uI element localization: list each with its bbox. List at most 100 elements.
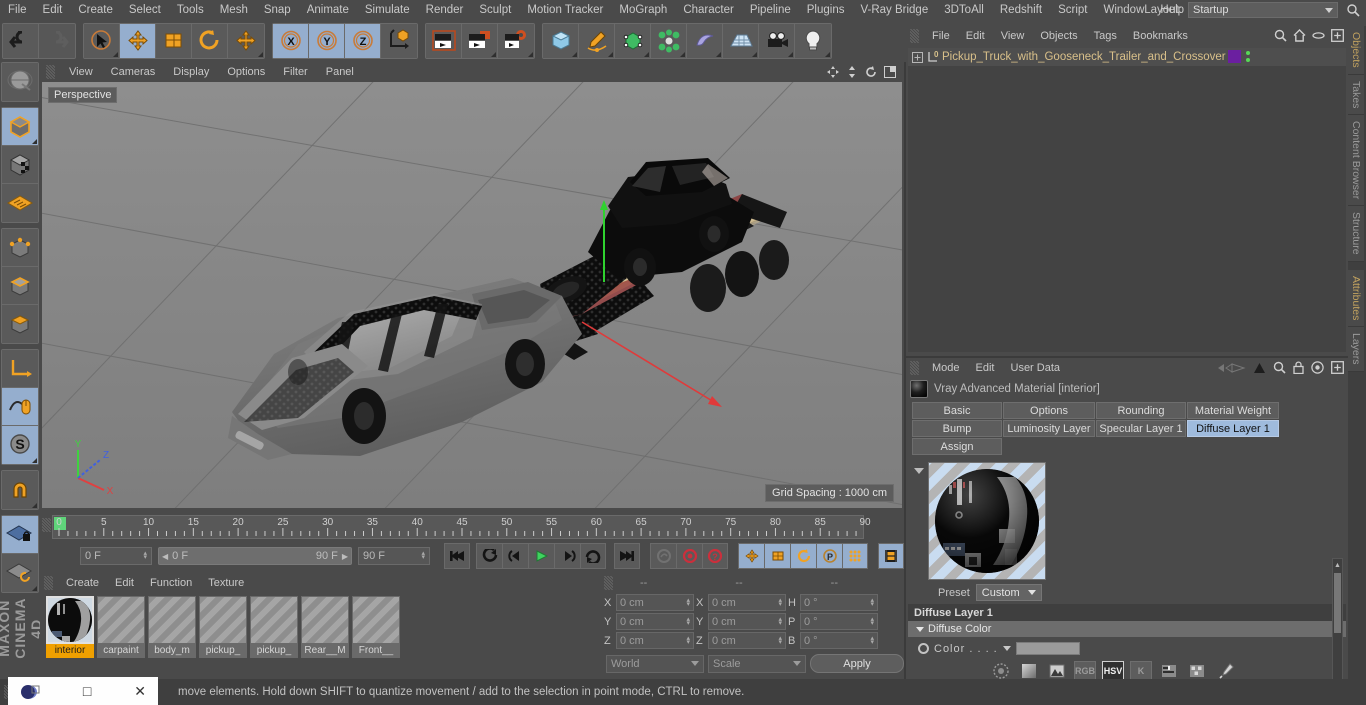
coord-field-position-x[interactable]: 0 cm ▴ ▾	[616, 594, 694, 611]
spinner-icon[interactable]: ▴▾	[778, 597, 782, 608]
material-thumbnail[interactable]	[46, 596, 94, 644]
pin-up-icon[interactable]	[1253, 362, 1266, 374]
axis-modify-icon[interactable]	[2, 350, 38, 388]
menu-item-3dtoall[interactable]: 3DToAll	[936, 1, 992, 19]
material-menu-edit[interactable]: Edit	[107, 574, 142, 592]
material-name[interactable]: interior	[46, 644, 94, 658]
viewport-menu-options[interactable]: Options	[218, 63, 274, 81]
texture-mode-icon[interactable]	[2, 146, 38, 184]
coord-system-select[interactable]: World	[606, 654, 704, 673]
color-swatch[interactable]	[1015, 642, 1080, 655]
menu-item-animate[interactable]: Animate	[299, 1, 357, 19]
menu-item-plugins[interactable]: Plugins	[799, 1, 853, 19]
render-picture-viewer-icon[interactable]	[462, 24, 498, 58]
axis-y-icon[interactable]: Y	[309, 24, 345, 58]
layout-select[interactable]: Startup	[1188, 2, 1338, 18]
model-mode-icon[interactable]	[2, 108, 38, 146]
select-live-icon[interactable]	[84, 24, 120, 58]
maximize-view-icon[interactable]	[884, 66, 896, 78]
menu-item-render[interactable]: Render	[418, 1, 472, 19]
material-item[interactable]: pickup_	[250, 596, 298, 658]
taskbar-window[interactable]: □ ✕	[8, 677, 158, 705]
attribute-tab-bump[interactable]: Bump	[912, 420, 1002, 437]
axis-z-icon[interactable]: Z	[345, 24, 381, 58]
search-icon[interactable]	[1346, 3, 1360, 17]
attribute-menu-user-data[interactable]: User Data	[1003, 359, 1069, 377]
panel-grip-icon[interactable]	[910, 361, 919, 375]
cinema4d-icon[interactable]	[20, 683, 40, 699]
key-scale-icon[interactable]	[764, 543, 790, 569]
material-name[interactable]: pickup_	[199, 644, 247, 658]
restore-button[interactable]: □	[83, 684, 91, 698]
redo-icon[interactable]	[39, 24, 75, 58]
apply-button[interactable]: Apply	[810, 654, 904, 673]
viewport-menu-filter[interactable]: Filter	[274, 63, 316, 81]
preview-range-bar[interactable]: ◀ 0 F 90 F ▶	[158, 547, 352, 565]
material-menu-function[interactable]: Function	[142, 574, 200, 592]
spinner-icon[interactable]: ▴▾	[778, 616, 782, 627]
nurbs-generator-icon[interactable]	[615, 24, 651, 58]
rotate-icon[interactable]	[192, 24, 228, 58]
coord-field-size-x[interactable]: 0 cm ▴ ▾	[708, 594, 786, 611]
dock-tab-structure[interactable]: Structure	[1348, 206, 1364, 262]
attribute-menu-items[interactable]: Mode Edit User Data	[924, 359, 1068, 377]
sliders-icon[interactable]	[1158, 661, 1180, 681]
attribute-subsection-row[interactable]: Diffuse Color	[908, 621, 1346, 637]
lock-icon[interactable]	[1293, 361, 1304, 374]
attribute-tab-luminosity-layer[interactable]: Luminosity Layer	[1003, 420, 1095, 437]
viewport-menu-items[interactable]: View Cameras Display Options Filter Panel	[60, 63, 363, 81]
dock-tab-objects[interactable]: Objects	[1348, 26, 1364, 75]
keyframe-selection-icon[interactable]: ?	[702, 543, 728, 569]
key-parameter-icon[interactable]: P	[816, 543, 842, 569]
layer-color-swatch[interactable]	[1228, 50, 1241, 63]
material-item[interactable]: pickup_	[199, 596, 247, 658]
key-rotation-icon[interactable]	[790, 543, 816, 569]
material-item[interactable]: interior	[46, 596, 94, 658]
object-menu-view[interactable]: View	[993, 27, 1033, 45]
material-name[interactable]: Front__	[352, 644, 400, 658]
render-view-icon[interactable]	[426, 24, 462, 58]
main-menu-items[interactable]: File Edit Create Select Tools Mesh Snap Animate…	[0, 1, 1192, 19]
next-frame-icon[interactable]	[554, 543, 580, 569]
chevron-down-icon[interactable]	[1002, 646, 1011, 651]
key-position-icon[interactable]	[738, 543, 764, 569]
spinner-icon[interactable]: ▴▾	[686, 597, 690, 608]
end-frame-field[interactable]: 90 F ▴ ▾	[358, 547, 430, 565]
gradient-icon[interactable]	[1018, 661, 1040, 681]
coord-field-rotation-h[interactable]: 0 ° ▴ ▾	[800, 594, 878, 611]
workplane-rotate-icon[interactable]	[2, 554, 38, 592]
attribute-tab-specular-layer-1[interactable]: Specular Layer 1	[1096, 420, 1186, 437]
axis-x-icon[interactable]: X	[273, 24, 309, 58]
viewport-menu-view[interactable]: View	[60, 63, 102, 81]
material-thumbnail[interactable]	[250, 596, 298, 644]
coord-mode-select[interactable]: Scale	[708, 654, 806, 673]
spinner-icon[interactable]: ▴▾	[421, 550, 425, 561]
history-back-icon[interactable]	[1216, 362, 1246, 374]
dock-tab-layers[interactable]: Layers	[1348, 327, 1364, 372]
menu-item-v-ray-bridge[interactable]: V-Ray Bridge	[852, 1, 936, 19]
menu-item-select[interactable]: Select	[121, 1, 169, 19]
material-item[interactable]: Rear__M	[301, 596, 349, 658]
coord-field-rotation-p[interactable]: 0 ° ▴ ▾	[800, 613, 878, 630]
world-object-coord-icon[interactable]	[381, 24, 417, 58]
expand-plus-icon[interactable]	[912, 51, 923, 63]
viewport-3d[interactable]: Perspective Grid Spacing : 1000 cm Y X Z	[42, 82, 902, 508]
viewport-menu-panel[interactable]: Panel	[317, 63, 363, 81]
polygons-mode-icon[interactable]	[2, 305, 38, 343]
go-to-start-icon[interactable]	[444, 543, 470, 569]
color-mode-k[interactable]: K	[1130, 661, 1152, 681]
material-menu-items[interactable]: Create Edit Function Texture	[58, 574, 252, 592]
search-icon[interactable]	[1274, 29, 1287, 42]
move-icon[interactable]	[120, 24, 156, 58]
object-menu-objects[interactable]: Objects	[1032, 27, 1085, 45]
spinner-icon[interactable]: ▴▾	[870, 635, 874, 646]
spinner-icon[interactable]: ▴▾	[686, 635, 690, 646]
material-thumbnail[interactable]	[97, 596, 145, 644]
cube-primitive-icon[interactable]	[543, 24, 579, 58]
previous-key-icon[interactable]	[476, 543, 502, 569]
attribute-tab-options[interactable]: Options	[1003, 402, 1095, 419]
panel-grip-icon[interactable]	[910, 29, 919, 43]
workplane-mode-icon[interactable]	[2, 184, 38, 222]
material-thumbnail[interactable]	[148, 596, 196, 644]
fit-icon[interactable]	[1331, 29, 1344, 42]
